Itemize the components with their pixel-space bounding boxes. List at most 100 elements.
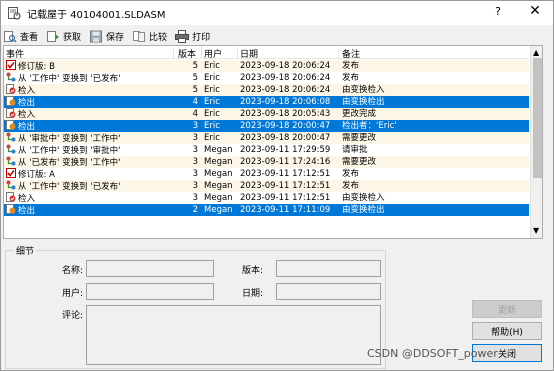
user-cell: Megan (204, 157, 233, 167)
checkout-icon (6, 96, 16, 106)
user-cell: Megan (204, 205, 233, 215)
date-cell: 2023-09-11 17:24:16 (240, 157, 331, 167)
toolbar: 查看 获取 保存 比较 打印 (3, 27, 218, 45)
date-cell: 2023-09-11 17:11:09 (240, 205, 331, 215)
update-button[interactable]: 更新 (472, 300, 542, 318)
version-cell: 3 (192, 121, 198, 131)
note-cell: 由变换检入 (342, 193, 385, 203)
save-button[interactable]: 保存 (89, 28, 124, 44)
note-cell: 请审批 (342, 145, 368, 155)
view-icon (4, 30, 17, 42)
table-row[interactable]: 修订版: B 5 Eric 2023-09-18 20:06:24 发布 (4, 60, 529, 72)
event-text: 检出 (18, 122, 36, 132)
version-label: 版本: (242, 266, 264, 276)
compare-icon (133, 30, 146, 42)
save-label: 保存 (106, 32, 125, 43)
transition-icon (6, 72, 16, 82)
table-row[interactable]: 修订版: A 3 Megan 2023-09-11 17:12:51 发布 (4, 168, 529, 180)
event-text: 从 '审批中' 变换到 '工作中' (18, 134, 121, 144)
event-text: 检入 (18, 86, 36, 96)
user-label: 用户: (62, 289, 84, 299)
checkout-icon (6, 120, 16, 130)
event-text: 检入 (18, 194, 36, 204)
note-cell: 发布 (342, 61, 360, 71)
get-label: 获取 (63, 32, 82, 43)
list-rows: 修订版: B 5 Eric 2023-09-18 20:06:24 发布从 '工作中' … (4, 60, 529, 216)
date-cell: 2023-09-11 17:29:59 (240, 145, 331, 155)
document-history-icon (7, 6, 21, 20)
note-cell: 由变换检出 (342, 205, 385, 215)
table-row[interactable]: 检入 5 Eric 2023-09-18 20:06:24 由变换检入 (4, 84, 529, 96)
date-cell: 2023-09-18 20:06:24 (240, 73, 331, 83)
column-event[interactable]: 事件 (6, 47, 24, 60)
scroll-down-icon[interactable]: ▼ (533, 226, 539, 235)
comment-label: 评论: (62, 311, 84, 321)
column-version[interactable]: 版本 (178, 47, 196, 60)
user-cell: Megan (204, 145, 233, 155)
column-user[interactable]: 用户 (204, 47, 222, 60)
view-button[interactable]: 查看 (3, 28, 38, 44)
checkin-icon (6, 192, 16, 202)
table-row[interactable]: 检出 4 Eric 2023-09-18 20:06:08 由变换检出 (4, 96, 529, 108)
version-cell: 4 (192, 109, 198, 119)
date-label: 日期: (242, 289, 264, 299)
table-row[interactable]: 从 '工作中' 变换到 '已发布' 5 Eric 2023-09-18 20:06:2… (4, 72, 529, 84)
print-button[interactable]: 打印 (175, 28, 210, 44)
version-cell: 5 (192, 85, 198, 95)
scroll-up-icon[interactable]: ▲ (533, 48, 539, 57)
note-cell: 由变换检出 (342, 97, 385, 107)
column-note[interactable]: 备注 (342, 47, 360, 60)
table-row[interactable]: 从 '已发布' 变换到 '工作中' 3 Megan 2023-09-11 17:24:… (4, 156, 529, 168)
table-row[interactable]: 检出 2 Megan 2023-09-11 17:11:09 由变换检出 (4, 204, 529, 216)
name-label: 名称: (62, 266, 84, 276)
compare-label: 比较 (149, 32, 168, 43)
get-icon (47, 30, 60, 42)
comment-field[interactable] (86, 305, 381, 365)
user-cell: Eric (204, 85, 220, 95)
date-field (276, 283, 381, 300)
date-cell: 2023-09-11 17:12:51 (240, 169, 331, 179)
note-cell: 需要更改 (342, 133, 377, 143)
get-button[interactable]: 获取 (46, 28, 81, 44)
user-cell: Eric (204, 109, 220, 119)
event-text: 从 '工作中' 变换到 '已发布' (18, 74, 121, 84)
event-text: 从 '工作中' 变换到 '已发布' (18, 182, 121, 192)
transition-icon (6, 180, 16, 190)
column-date[interactable]: 日期 (240, 47, 258, 60)
view-label: 查看 (20, 32, 39, 43)
table-row[interactable]: 从 '工作中' 变换到 '已发布' 3 Megan 2023-09-11 17:12:… (4, 180, 529, 192)
scroll-thumb[interactable] (533, 58, 542, 178)
version-cell: 4 (192, 97, 198, 107)
date-cell: 2023-09-18 20:06:24 (240, 61, 331, 71)
title-bar: 记载屋于 40104001.SLDASM ? ✕ (1, 1, 553, 25)
table-row[interactable]: 从 '审批中' 变换到 '工作中' 3 Eric 2023-09-18 20:00:4… (4, 132, 529, 144)
transition-icon (6, 132, 16, 142)
user-cell: Eric (204, 97, 220, 107)
help-icon[interactable]: ? (491, 5, 505, 18)
checkout-icon (6, 204, 16, 214)
history-list[interactable]: 事件 版本 用户 日期 备注 修订版: B 5 Eric 2023-09-18 20:… (3, 45, 543, 239)
window-title: 记载屋于 40104001.SLDASM (27, 9, 166, 21)
table-row[interactable]: 检入 3 Megan 2023-09-11 17:12:51 由变换检入 (4, 192, 529, 204)
table-row[interactable]: 检出 3 Eric 2023-09-18 20:00:47 检出者：'Eric' (4, 120, 529, 132)
note-cell: 检出者：'Eric' (342, 121, 397, 131)
version-field (276, 260, 381, 277)
user-cell: Eric (204, 61, 220, 71)
user-cell: Eric (204, 73, 220, 83)
close-icon[interactable]: ✕ (527, 3, 543, 19)
version-cell: 3 (192, 181, 198, 191)
date-cell: 2023-09-11 17:12:51 (240, 181, 331, 191)
help-button[interactable]: 帮助(H) (472, 322, 542, 340)
note-cell: 由变换检入 (342, 85, 385, 95)
table-row[interactable]: 从 '工作中' 变换到 '审批中' 3 Megan 2023-09-11 17:29:… (4, 144, 529, 156)
user-cell: Eric (204, 133, 220, 143)
vertical-scrollbar[interactable]: ▲ ▼ (530, 46, 542, 238)
version-cell: 3 (192, 133, 198, 143)
compare-button[interactable]: 比较 (132, 28, 167, 44)
print-label: 打印 (192, 32, 211, 43)
list-header: 事件 版本 用户 日期 备注 (4, 46, 529, 60)
user-cell: Megan (204, 193, 233, 203)
revision-icon (6, 168, 16, 178)
user-cell: Eric (204, 121, 220, 131)
table-row[interactable]: 检入 4 Eric 2023-09-18 20:05:43 更改完成 (4, 108, 529, 120)
